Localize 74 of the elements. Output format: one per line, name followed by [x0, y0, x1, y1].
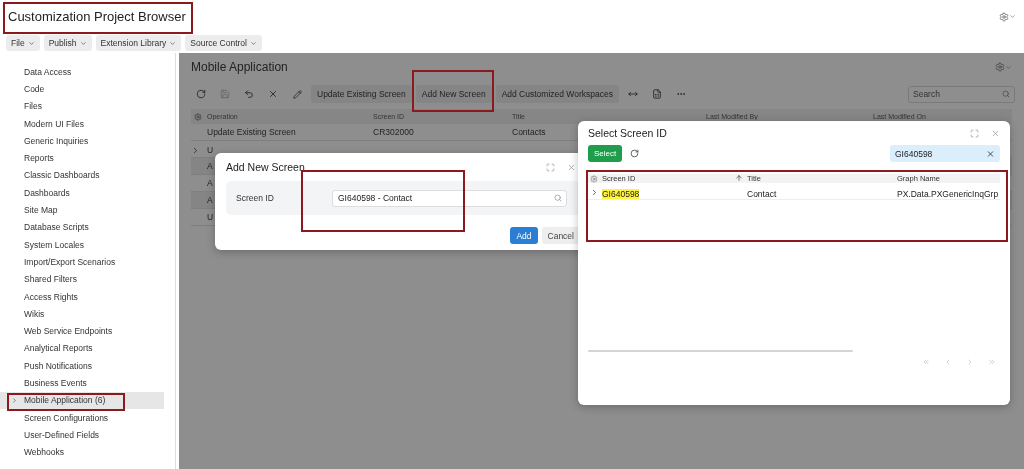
dialog-button[interactable]: Add: [510, 227, 538, 244]
dialog-title: Add New Screen: [226, 161, 305, 173]
dialog-button[interactable]: Cancel: [541, 227, 580, 244]
sidebar-item[interactable]: Webhooks: [0, 443, 164, 461]
clear-icon[interactable]: [986, 149, 995, 158]
sort-icon[interactable]: [735, 174, 743, 182]
sidebar-item[interactable]: Site Map: [0, 201, 164, 219]
caret-icon: [79, 39, 87, 47]
sidebar-item[interactable]: User-Defined Fields: [0, 426, 164, 444]
chevron-icon[interactable]: [11, 396, 18, 404]
table-cell: CR302000: [373, 127, 414, 137]
settings-icon[interactable]: [995, 62, 1012, 72]
sidebar-item[interactable]: Push Notifications: [0, 357, 164, 375]
table-cell: Contacts: [512, 127, 546, 137]
previous-page-icon[interactable]: [944, 358, 952, 366]
refresh-icon[interactable]: [630, 149, 640, 158]
toolbar-button[interactable]: Add New Screen: [415, 85, 492, 103]
close-icon[interactable]: [991, 128, 1000, 138]
page-title: Customization Project Browser: [8, 9, 186, 24]
field-label: Screen ID: [236, 193, 275, 203]
table-cell: A: [207, 178, 213, 188]
table-cell: PX.Data.PXGenericInqGrp: [897, 189, 999, 199]
menu-button[interactable]: Source Control: [185, 35, 262, 51]
sidebar-item[interactable]: Generic Inquiries: [0, 132, 164, 150]
sidebar-item[interactable]: Import/Export Scenarios: [0, 253, 164, 271]
menu-button[interactable]: File: [6, 35, 40, 51]
chevron-icon[interactable]: [590, 188, 599, 197]
sidebar-item[interactable]: Shared Filters: [0, 270, 164, 288]
sidebar-item[interactable]: Data Access: [0, 63, 164, 81]
sidebar-item[interactable]: Database Scripts: [0, 218, 164, 236]
sidebar-item[interactable]: Files: [0, 97, 164, 115]
sidebar-item[interactable]: Screen Configurations: [0, 408, 164, 427]
sidebar-item[interactable]: Web Service Endpoints: [0, 322, 164, 340]
sidebar-item[interactable]: Analytical Reports: [0, 339, 164, 358]
sidebar-item[interactable]: System Locales: [0, 235, 164, 254]
table-cell: GI640598: [602, 189, 640, 199]
caret-icon: [169, 39, 177, 47]
menu-button[interactable]: Extension Library: [95, 35, 182, 51]
close-icon[interactable]: [567, 162, 576, 172]
table-cell: A: [207, 161, 213, 171]
sidebar-item[interactable]: Code: [0, 80, 164, 98]
sidebar-item[interactable]: Access Rights: [0, 287, 164, 306]
table-cell: U: [207, 145, 214, 155]
table-cell: Update Existing Screen: [207, 127, 296, 137]
scrollbar[interactable]: [588, 350, 853, 352]
sidebar-item[interactable]: Mobile Application (6): [0, 391, 164, 409]
sidebar-item[interactable]: Dashboards: [0, 184, 164, 202]
maximize-icon[interactable]: [970, 128, 979, 138]
sidebar-item[interactable]: Wikis: [0, 305, 164, 323]
section-title: Mobile Application: [191, 60, 288, 74]
table-cell: U: [207, 212, 214, 222]
toolbar-button[interactable]: Update Existing Screen: [311, 85, 412, 103]
sidebar-item[interactable]: Reports: [0, 149, 164, 167]
sidebar-item[interactable]: Business Events: [0, 374, 164, 392]
sidebar-item[interactable]: Modern UI Files: [0, 114, 164, 133]
toolbar-button[interactable]: Add Customized Workspaces: [495, 85, 619, 103]
table-cell: A: [207, 195, 213, 205]
table-cell: Contact: [747, 189, 777, 199]
next-page-icon[interactable]: [966, 358, 974, 366]
settings-icon[interactable]: [999, 11, 1016, 22]
menu-button[interactable]: Publish: [43, 35, 92, 51]
last-page-icon[interactable]: [988, 358, 996, 366]
search-icon: [1002, 90, 1010, 98]
first-page-icon[interactable]: [922, 358, 930, 366]
sidebar-item[interactable]: Classic Dashboards: [0, 166, 164, 185]
search-field[interactable]: Search: [908, 85, 1015, 103]
dialog-title: Select Screen ID: [588, 127, 667, 139]
maximize-icon[interactable]: [546, 162, 555, 172]
search-icon: [554, 194, 562, 202]
chevron-icon[interactable]: [191, 146, 200, 155]
search-field[interactable]: GI640598: [890, 145, 1000, 162]
screen-id-field[interactable]: GI640598 - Contact: [332, 189, 567, 207]
caret-icon: [27, 39, 35, 47]
caret-icon: [249, 39, 257, 47]
